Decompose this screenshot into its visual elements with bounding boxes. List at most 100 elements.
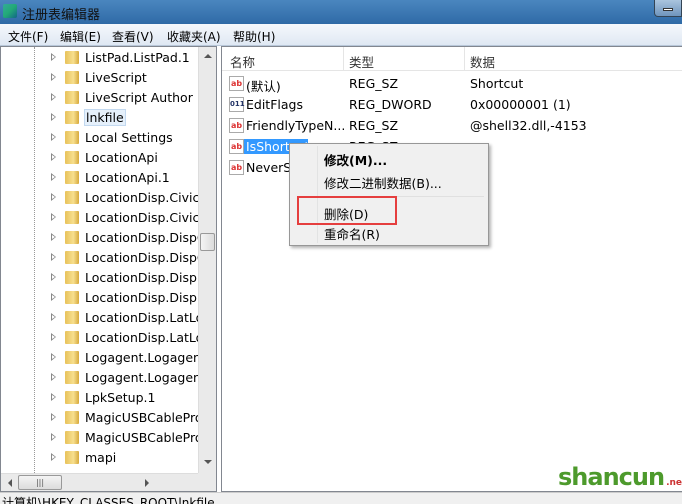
tree-node[interactable]: ListPad.ListPad.1 xyxy=(1,48,199,68)
menu-file[interactable]: 文件(F) xyxy=(8,28,48,45)
menu-view[interactable]: 查看(V) xyxy=(112,28,154,45)
expand-icon[interactable] xyxy=(51,333,56,341)
folder-icon xyxy=(65,291,79,304)
tree-node[interactable]: LocationDisp.DispLa xyxy=(1,268,212,288)
expand-icon[interactable] xyxy=(51,413,56,421)
tree-node[interactable]: Logagent.Logagent xyxy=(1,368,206,388)
tree-node[interactable]: MagicUSBCablePro xyxy=(1,428,203,448)
expand-icon[interactable] xyxy=(51,153,56,161)
tree-node-label: LocationDisp.CivicAd xyxy=(85,190,216,205)
tree-node-label: LiveScript xyxy=(85,70,147,85)
string-value-icon: ab xyxy=(229,160,244,175)
column-data[interactable]: 数据 xyxy=(470,52,495,71)
menu-item-rename[interactable]: 重命名(R) xyxy=(324,224,380,243)
tree-node-label: LocationDisp.DispCi xyxy=(85,230,210,245)
expand-icon[interactable] xyxy=(51,113,56,121)
tree-node[interactable]: MagicUSBCablePro xyxy=(1,408,202,428)
scroll-down-icon[interactable] xyxy=(204,460,212,464)
column-type[interactable]: 类型 xyxy=(349,52,374,71)
title-bar: 注册表编辑器 xyxy=(0,0,682,24)
menu-favorites[interactable]: 收藏夹(A) xyxy=(167,28,221,45)
expand-icon[interactable] xyxy=(51,53,56,61)
expand-icon[interactable] xyxy=(51,193,56,201)
expand-icon[interactable] xyxy=(51,313,56,321)
tree-node[interactable]: LocationApi.1 xyxy=(1,168,199,188)
tree-node[interactable]: Local Settings xyxy=(1,128,199,148)
binary-value-icon: 011 xyxy=(229,97,245,112)
expand-icon[interactable] xyxy=(51,393,56,401)
tree-node[interactable]: mapi xyxy=(1,448,199,468)
folder-icon xyxy=(65,171,79,184)
tree-node-label: MagicUSBCablePro xyxy=(85,430,203,445)
expand-icon[interactable] xyxy=(51,233,56,241)
tree-node[interactable]: LocationDisp.CivicAd xyxy=(1,208,216,228)
tree-node[interactable]: LocationDisp.LatLon xyxy=(1,328,211,348)
column-name[interactable]: 名称 xyxy=(230,52,255,71)
scroll-right-icon[interactable] xyxy=(145,479,149,487)
tree-node[interactable]: LiveScript Author xyxy=(1,88,199,108)
tree-node-label: LocationApi.1 xyxy=(85,170,170,185)
value-name: (默认) xyxy=(246,79,281,94)
tree-node[interactable]: LocationDisp.DispLa xyxy=(1,288,212,308)
menu-help[interactable]: 帮助(H) xyxy=(233,28,275,45)
tree-node[interactable]: LocationDisp.LatLon xyxy=(1,308,211,328)
expand-icon[interactable] xyxy=(51,213,56,221)
expand-icon[interactable] xyxy=(51,173,56,181)
menu-edit[interactable]: 编辑(E) xyxy=(60,28,101,45)
tree-node-label: ListPad.ListPad.1 xyxy=(85,50,190,65)
tree-node[interactable]: lnkfile xyxy=(1,108,199,128)
expand-icon[interactable] xyxy=(51,353,56,361)
watermark-logo: shancun.net xyxy=(558,463,682,491)
folder-icon xyxy=(65,351,79,364)
expand-icon[interactable] xyxy=(51,273,56,281)
tree-node[interactable]: LocationApi xyxy=(1,148,199,168)
tree-node[interactable]: LpkSetup.1 xyxy=(1,388,199,408)
folder-icon xyxy=(65,51,79,64)
folder-icon xyxy=(65,451,79,464)
menu-item-modify-binary[interactable]: 修改二进制数据(B)... xyxy=(324,173,442,192)
list-header: 名称 类型 数据 xyxy=(222,47,682,71)
tree-node[interactable]: LiveScript xyxy=(1,68,199,88)
value-row[interactable]: ab (默认) REG_SZ Shortcut xyxy=(222,73,682,94)
minimize-button[interactable] xyxy=(654,0,682,17)
values-list: 名称 类型 数据 ab (默认) REG_SZ Shortcut 011 EditFlag… xyxy=(221,46,682,492)
folder-icon xyxy=(65,131,79,144)
folder-icon xyxy=(65,391,79,404)
folder-icon xyxy=(65,191,79,204)
scroll-thumb[interactable] xyxy=(200,233,215,251)
menu-bar: 文件(F) 编辑(E) 查看(V) 收藏夹(A) 帮助(H) xyxy=(0,24,682,46)
menu-item-modify[interactable]: 修改(M)... xyxy=(324,150,387,169)
context-menu: 修改(M)... 修改二进制数据(B)... 删除(D) 重命名(R) xyxy=(289,143,489,246)
minimize-icon xyxy=(663,8,673,11)
tree-node[interactable]: LocationDisp.CivicAd xyxy=(1,188,216,208)
scroll-up-icon[interactable] xyxy=(204,54,212,58)
value-name: FriendlyTypeN... xyxy=(246,118,346,133)
tree-vertical-scrollbar[interactable] xyxy=(198,47,216,473)
expand-icon[interactable] xyxy=(51,433,56,441)
tree-node[interactable]: LocationDisp.DispCi xyxy=(1,228,209,248)
expand-icon[interactable] xyxy=(51,253,56,261)
expand-icon[interactable] xyxy=(51,73,56,81)
value-row[interactable]: ab FriendlyTypeN... REG_SZ @shell32.dll,-41… xyxy=(222,115,682,136)
expand-icon[interactable] xyxy=(51,293,56,301)
tree-node[interactable]: LocationDisp.DispCi xyxy=(1,248,209,268)
expand-icon[interactable] xyxy=(51,453,56,461)
scroll-left-icon[interactable] xyxy=(8,479,12,487)
tree-node[interactable]: Logagent.Logagent xyxy=(1,348,206,368)
value-type: REG_SZ xyxy=(349,118,399,133)
tree-node-label: Logagent.Logagent xyxy=(85,370,206,385)
tree-horizontal-scrollbar[interactable]: ||| xyxy=(1,473,198,491)
expand-icon[interactable] xyxy=(51,133,56,141)
value-row[interactable]: 011 EditFlags REG_DWORD 0x00000001 (1) xyxy=(222,94,682,115)
status-bar: 计算机\HKEY_CLASSES_ROOT\lnkfile xyxy=(0,492,682,504)
expand-icon[interactable] xyxy=(51,373,56,381)
tree-node-label: LocationDisp.CivicAd xyxy=(85,210,216,225)
tree-node-label: LocationDisp.DispLa xyxy=(85,290,212,305)
string-value-icon: ab xyxy=(229,118,244,133)
tree-node-label: LocationApi xyxy=(85,150,158,165)
folder-icon xyxy=(65,271,79,284)
scroll-thumb[interactable]: ||| xyxy=(18,475,62,490)
value-type: REG_SZ xyxy=(349,76,399,91)
folder-icon xyxy=(65,231,79,244)
expand-icon[interactable] xyxy=(51,93,56,101)
